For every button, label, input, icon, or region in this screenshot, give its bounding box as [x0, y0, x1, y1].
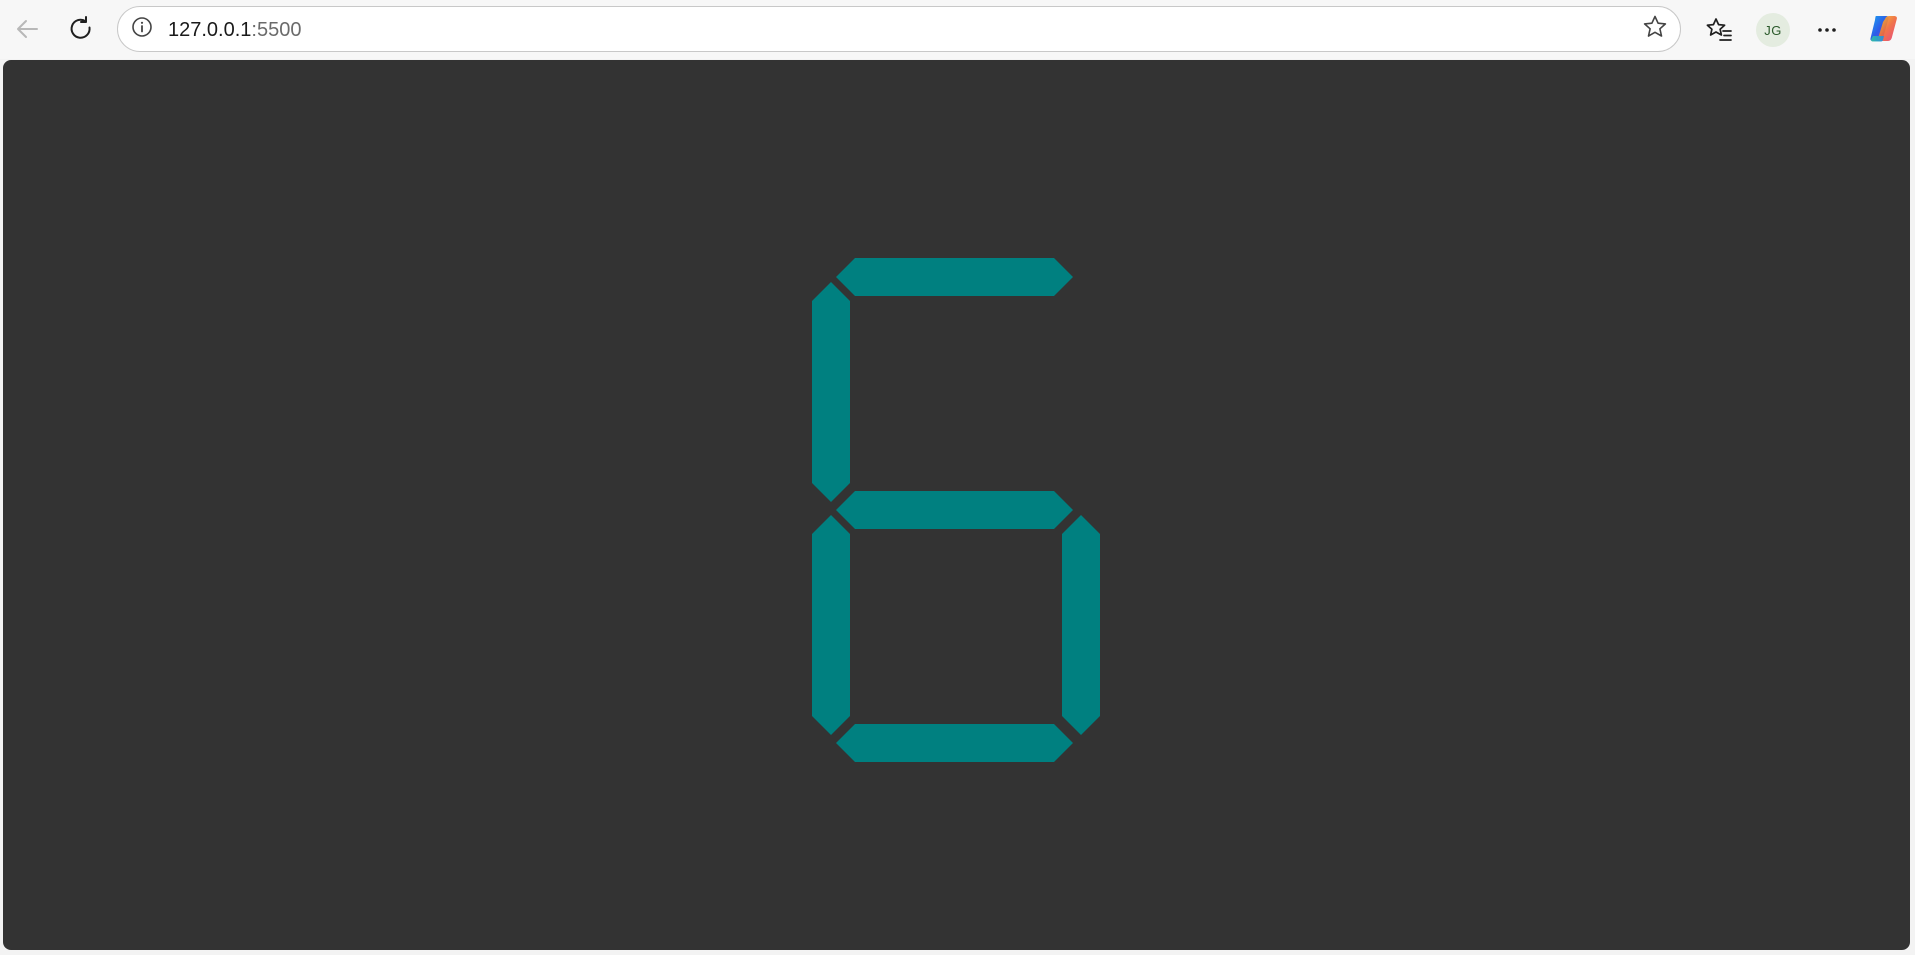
- more-horizontal-icon: [1813, 16, 1841, 44]
- star-outline-icon: [1642, 14, 1668, 45]
- segment-d: [836, 724, 1073, 762]
- copilot-logo-icon: [1867, 12, 1901, 46]
- back-button[interactable]: [7, 9, 47, 49]
- address-bar[interactable]: 127.0.0.1:5500: [117, 6, 1681, 52]
- url-text[interactable]: 127.0.0.1:5500: [168, 19, 301, 41]
- segment-f: [812, 282, 850, 502]
- url-port: :5500: [251, 19, 302, 41]
- url-host: 127.0.0.1: [168, 19, 252, 41]
- favorites-button[interactable]: [1699, 10, 1739, 50]
- browser-toolbar: 127.0.0.1:5500 JG: [0, 0, 1915, 59]
- add-favorite-button[interactable]: [1640, 14, 1670, 44]
- digit-six: [812, 258, 1100, 762]
- refresh-button[interactable]: [61, 9, 101, 49]
- profile-avatar[interactable]: JG: [1756, 13, 1790, 47]
- page-viewport: [3, 60, 1910, 950]
- segment-b: [1062, 282, 1100, 502]
- more-button[interactable]: [1807, 10, 1847, 50]
- segment-e: [812, 515, 850, 735]
- site-info-button[interactable]: [128, 15, 156, 43]
- copilot-button[interactable]: [1864, 9, 1904, 49]
- seven-segment-display: [812, 258, 1100, 762]
- info-circle-icon: [131, 16, 153, 43]
- refresh-icon: [67, 15, 95, 43]
- segment-g: [836, 491, 1073, 529]
- favorites-list-icon: [1705, 16, 1733, 44]
- arrow-left-icon: [13, 15, 41, 43]
- segment-a: [836, 258, 1073, 296]
- segment-c: [1062, 515, 1100, 735]
